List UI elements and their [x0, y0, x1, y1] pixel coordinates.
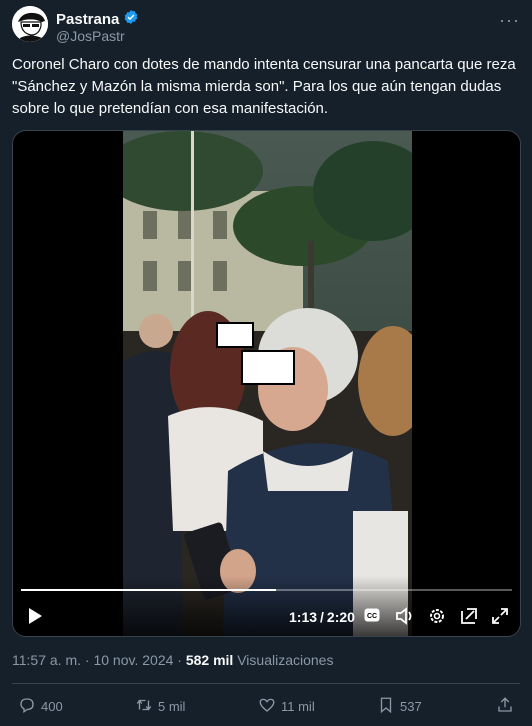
- play-icon[interactable]: [27, 607, 43, 630]
- tweet-date[interactable]: 10 nov. 2024: [93, 652, 173, 668]
- fullscreen-icon[interactable]: [491, 607, 509, 630]
- picture-in-picture-icon[interactable]: [459, 607, 479, 630]
- bookmark-button[interactable]: 537: [377, 696, 422, 717]
- repost-count: 5 mil: [158, 699, 186, 714]
- more-options-icon[interactable]: ···: [499, 10, 520, 31]
- tweet-header: Pastrana @JosPastr ···: [12, 6, 520, 46]
- tweet-time[interactable]: 11:57 a. m.: [12, 652, 81, 668]
- action-bar: 400 5 mil 11 mil 537: [12, 692, 520, 720]
- divider: [12, 683, 520, 684]
- video-frame[interactable]: [123, 131, 412, 636]
- video-current-time: 1:13: [289, 609, 318, 625]
- meta-separator: ·: [177, 652, 182, 668]
- video-progress-bar[interactable]: [21, 589, 512, 591]
- volume-icon[interactable]: [395, 607, 415, 630]
- repost-icon: [135, 696, 153, 717]
- tweet-text: Coronel Charo con dotes de mando intenta…: [12, 56, 516, 117]
- reply-count: 400: [41, 699, 63, 714]
- heart-icon: [258, 696, 276, 717]
- tweet-meta: 11:57 a. m. · 10 nov. 2024 · 582 mil Vis…: [12, 652, 333, 668]
- bookmark-icon: [377, 696, 395, 717]
- like-button[interactable]: 11 mil: [258, 696, 315, 717]
- author-name[interactable]: Pastrana: [56, 11, 119, 28]
- like-count: 11 mil: [281, 699, 315, 714]
- reply-icon: [18, 696, 36, 717]
- author-handle[interactable]: @JosPastr: [56, 28, 125, 44]
- captions-icon[interactable]: CC: [364, 608, 380, 627]
- views-label: Visualizaciones: [237, 652, 334, 668]
- video-duration: 2:20: [326, 609, 355, 625]
- views-count: 582 mil: [185, 652, 234, 668]
- verified-badge-icon: [123, 9, 139, 30]
- settings-gear-icon[interactable]: [428, 607, 446, 630]
- reply-button[interactable]: 400: [18, 696, 63, 717]
- share-icon: [496, 696, 514, 717]
- bookmark-count: 537: [400, 699, 422, 714]
- share-button[interactable]: [496, 696, 514, 717]
- video-time: 1:13/2:20: [289, 609, 355, 625]
- video-player[interactable]: 1:13/2:20 CC: [12, 130, 521, 637]
- repost-button[interactable]: 5 mil: [135, 696, 185, 717]
- video-progress-fill: [21, 589, 277, 591]
- captions-label: CC: [367, 613, 377, 620]
- meta-separator: ·: [84, 652, 90, 668]
- avatar[interactable]: [12, 6, 48, 42]
